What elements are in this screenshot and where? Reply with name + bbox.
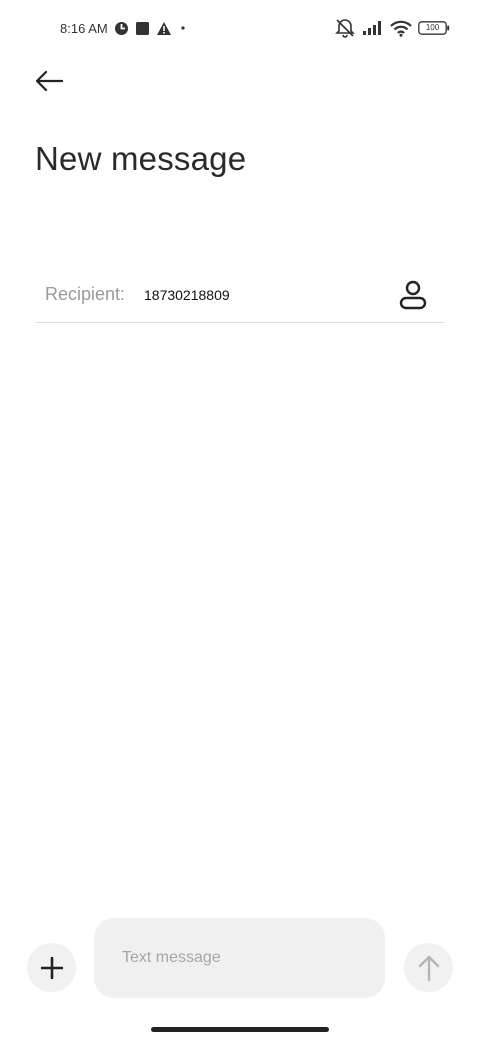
battery-icon: 100 (418, 21, 450, 35)
recipient-value[interactable]: 18730218809 (144, 287, 230, 303)
dot-icon (178, 23, 188, 33)
status-bar: 8:16 AM 100 (0, 0, 480, 56)
recipient-field[interactable]: Recipient: 18730218809 (36, 270, 444, 323)
recipient-label: Recipient: (45, 284, 126, 304)
signal-icon (362, 20, 384, 36)
vibrate-off-icon (334, 18, 356, 38)
contact-person-icon (399, 280, 427, 310)
select-contact-button[interactable] (396, 278, 430, 312)
arrow-up-icon (418, 955, 440, 981)
add-attachment-button[interactable] (27, 943, 76, 992)
wifi-icon (390, 20, 412, 37)
clock-app-icon (114, 21, 129, 36)
square-notification-icon (135, 21, 150, 36)
arrow-left-icon (35, 70, 63, 92)
send-button[interactable] (404, 943, 453, 992)
status-right: 100 (334, 17, 450, 39)
message-input[interactable] (94, 918, 385, 998)
status-left: 8:16 AM (60, 18, 188, 38)
status-time: 8:16 AM (60, 20, 108, 36)
page-title: New message (35, 140, 247, 177)
warning-icon (156, 21, 172, 36)
plus-icon (40, 956, 63, 979)
home-indicator[interactable] (151, 1027, 329, 1032)
back-button[interactable] (30, 62, 68, 100)
battery-level: 100 (425, 23, 440, 32)
